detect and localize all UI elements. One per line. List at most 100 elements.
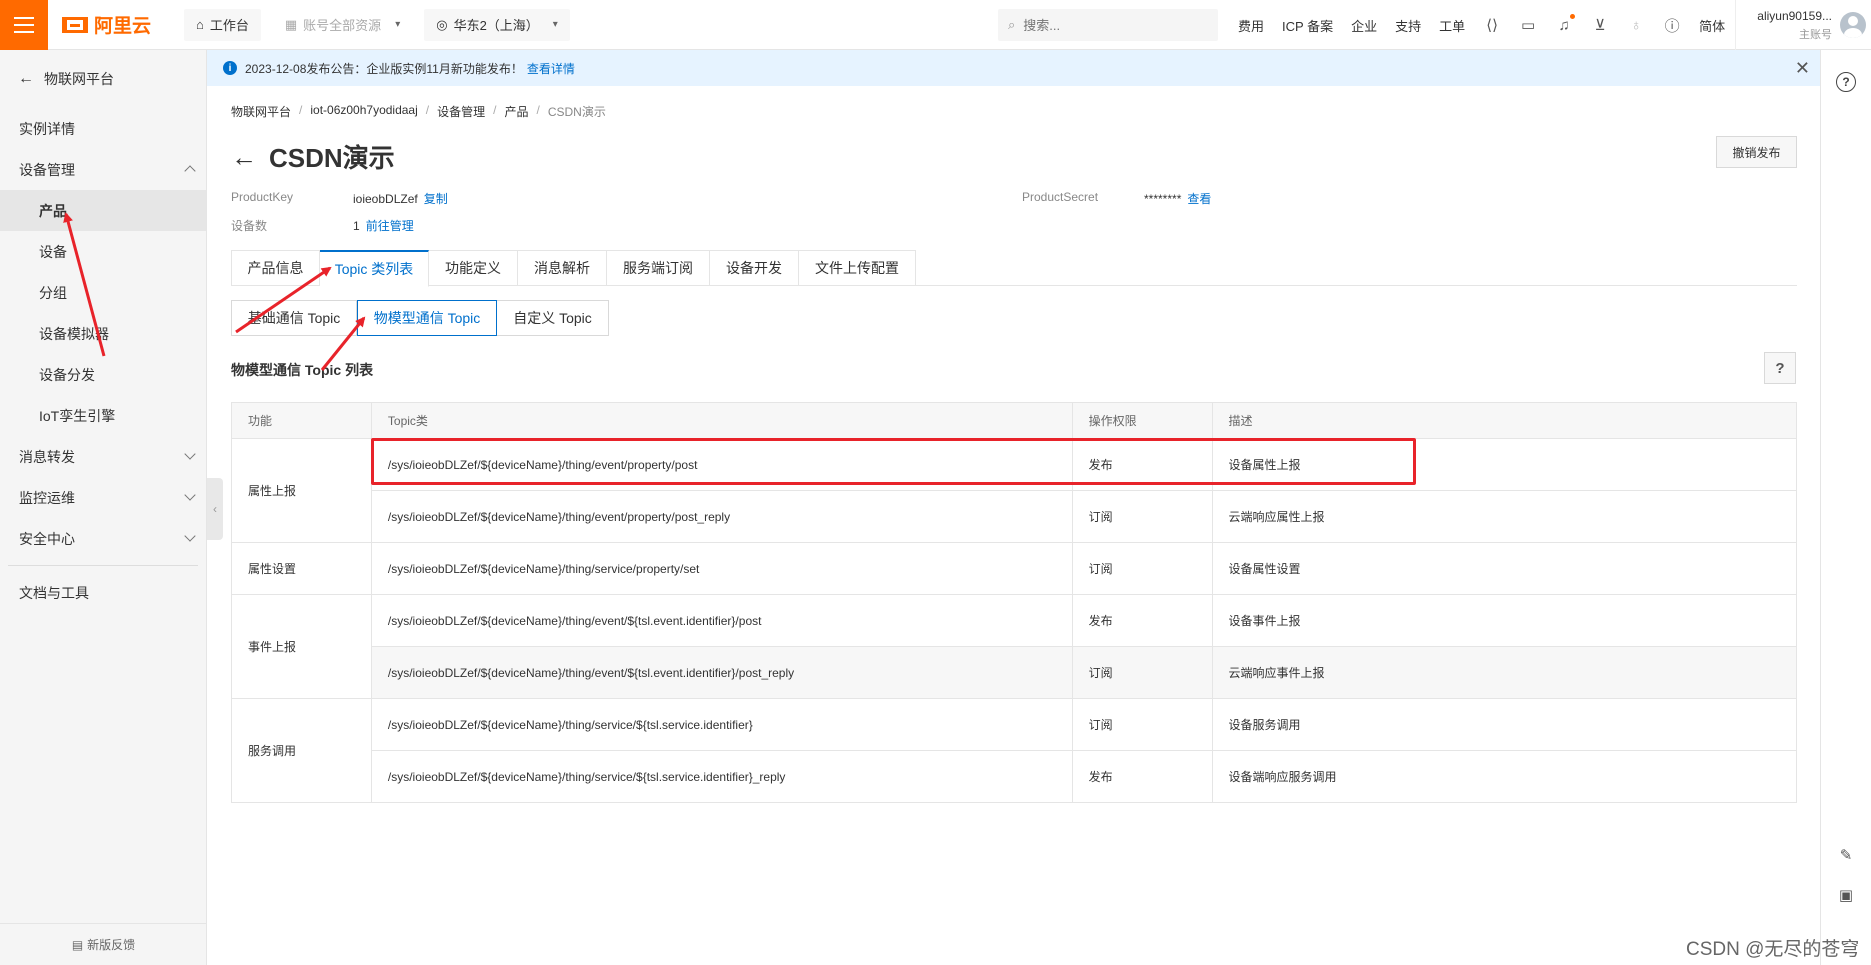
sidebar-back[interactable]: ← 物联网平台	[0, 50, 206, 108]
ticket-link[interactable]: 工单	[1439, 16, 1465, 35]
table-row: /sys/ioieobDLZef/${deviceName}/thing/eve…	[232, 646, 1798, 699]
sidebar-item-device-simulator[interactable]: 设备模拟器	[0, 313, 206, 354]
table-row: 属性设置 /sys/ioieobDLZef/${deviceName}/thin…	[231, 542, 1798, 595]
table-row: /sys/ioieobDLZef/${deviceName}/thing/ser…	[232, 750, 1798, 803]
topic-cell: /sys/ioieobDLZef/${deviceName}/thing/eve…	[370, 646, 1073, 699]
back-arrow-icon[interactable]: ←	[231, 144, 257, 170]
breadcrumb-item[interactable]: 物联网平台	[231, 103, 291, 120]
tab-server-subscription[interactable]: 服务端订阅	[607, 250, 710, 286]
sidebar-item-security[interactable]: 安全中心	[0, 518, 206, 559]
function-cell: 服务调用	[231, 698, 372, 803]
info-icon: i	[223, 61, 237, 75]
topic-cell: /sys/ioieobDLZef/${deviceName}/thing/ser…	[370, 542, 1073, 595]
sidebar-item-label: 消息转发	[19, 448, 75, 465]
right-rail: ? ✎ ▣	[1820, 50, 1871, 965]
topic-cell: /sys/ioieobDLZef/${deviceName}/thing/eve…	[370, 438, 1073, 491]
sidebar-item-device-distribution[interactable]: 设备分发	[0, 354, 206, 395]
subtab-thing-model-topic[interactable]: 物模型通信 Topic	[357, 300, 497, 336]
sidebar: ← 物联网平台 实例详情 设备管理 产品 设备 分组 设备模拟器 设备分发 IoT…	[0, 50, 207, 965]
user-menu[interactable]: aliyun90159... 主账号	[1735, 0, 1871, 50]
breadcrumb-item[interactable]: 设备管理	[437, 103, 485, 120]
sidebar-item-monitoring[interactable]: 监控运维	[0, 477, 206, 518]
terminal-icon[interactable]: ▭	[1519, 16, 1537, 34]
feedback-icon: ▤	[71, 937, 84, 952]
region-select[interactable]: ◎ 华东2（上海） ▾	[424, 8, 570, 41]
language-switch[interactable]: 简体	[1699, 16, 1725, 35]
description-cell: 设备事件上报	[1211, 594, 1798, 647]
user-name: aliyun90159...	[1757, 8, 1832, 23]
description-cell: 设备属性上报	[1211, 438, 1798, 491]
subtab-custom-topic[interactable]: 自定义 Topic	[497, 300, 609, 336]
description-cell: 云端响应属性上报	[1211, 490, 1798, 543]
manage-devices-link[interactable]: 前往管理	[366, 219, 414, 233]
sidebar-divider	[8, 565, 198, 566]
permission-cell: 订阅	[1071, 698, 1213, 751]
help-button[interactable]: ?	[1764, 352, 1796, 384]
device-count-label: 设备数	[231, 219, 268, 233]
grid-icon: ▦	[284, 16, 298, 32]
sidebar-item-iot-twin[interactable]: IoT孪生引擎	[0, 395, 206, 436]
top-right-links: 费用 ICP 备案 企业 支持 工单 ⟨⟩ ▭ ♫ ⊻ ♁ ⓘ 简体	[1238, 0, 1743, 50]
icp-link[interactable]: ICP 备案	[1282, 16, 1333, 35]
account-scope-label: 账号全部资源	[303, 18, 382, 33]
notice-detail-link[interactable]: 查看详情	[527, 60, 575, 77]
chevron-up-icon	[184, 165, 196, 177]
cart-icon[interactable]: ⊻	[1591, 16, 1609, 34]
table-row: /sys/ioieobDLZef/${deviceName}/thing/eve…	[232, 490, 1798, 543]
tab-product-info[interactable]: 产品信息	[231, 250, 320, 286]
tab-device-development[interactable]: 设备开发	[710, 250, 799, 286]
chat-icon[interactable]: ▣	[1836, 886, 1856, 904]
breadcrumb-item[interactable]: 产品	[504, 103, 528, 120]
edit-icon[interactable]: ✎	[1836, 846, 1856, 864]
view-secret-link[interactable]: 查看	[1187, 192, 1211, 206]
home-icon: ⌂	[196, 17, 204, 32]
function-cell: 事件上报	[231, 594, 372, 699]
breadcrumb-item[interactable]: iot-06z00h7yodidaaj	[310, 103, 417, 120]
copy-link[interactable]: 复制	[424, 192, 448, 206]
column-header-function: 功能	[231, 402, 372, 439]
lightbulb-icon[interactable]: ♁	[1627, 16, 1645, 34]
code-icon[interactable]: ⟨⟩	[1483, 16, 1501, 34]
account-scope-select[interactable]: ▦ 账号全部资源 ▾	[272, 8, 413, 41]
description-cell: 设备属性设置	[1211, 542, 1798, 595]
close-icon[interactable]: ✕	[1795, 58, 1810, 79]
billing-link[interactable]: 费用	[1238, 16, 1264, 35]
table-header-row: 功能 Topic类 操作权限 描述	[231, 402, 1798, 439]
tab-topic-list[interactable]: Topic 类列表	[320, 250, 429, 287]
sidebar-item-group[interactable]: 分组	[0, 272, 206, 313]
product-secret-field: ******** 查看	[1144, 190, 1211, 207]
permission-cell: 订阅	[1071, 490, 1213, 543]
workbench-button[interactable]: ⌂ 工作台	[184, 8, 261, 41]
sidebar-item-message-forward[interactable]: 消息转发	[0, 436, 206, 477]
sidebar-item-product[interactable]: 产品	[0, 190, 206, 231]
tab-file-upload-config[interactable]: 文件上传配置	[799, 250, 916, 286]
help-icon[interactable]: ⓘ	[1663, 16, 1681, 35]
permission-cell: 发布	[1071, 750, 1213, 803]
tab-message-parsing[interactable]: 消息解析	[518, 250, 607, 286]
search-box[interactable]: ⌕	[998, 9, 1218, 41]
enterprise-link[interactable]: 企业	[1351, 16, 1377, 35]
topic-cell: /sys/ioieobDLZef/${deviceName}/thing/ser…	[370, 698, 1073, 751]
subtab-basic-topic[interactable]: 基础通信 Topic	[231, 300, 357, 336]
table-row: 服务调用 /sys/ioieobDLZef/${deviceName}/thin…	[231, 698, 1798, 803]
section-title: 物模型通信 Topic 列表	[231, 362, 374, 378]
sidebar-collapse-handle[interactable]: ‹	[207, 478, 223, 540]
sidebar-item-device[interactable]: 设备	[0, 231, 206, 272]
permission-cell: 订阅	[1071, 542, 1213, 595]
device-count-field: 1 前往管理	[353, 217, 414, 234]
sidebar-item-docs-tools[interactable]: 文档与工具	[0, 572, 206, 613]
sidebar-item-device-management[interactable]: 设备管理	[0, 149, 206, 190]
search-input[interactable]	[1023, 17, 1194, 33]
permission-cell: 发布	[1071, 594, 1213, 647]
support-link[interactable]: 支持	[1395, 16, 1421, 35]
logo[interactable]: 阿里云	[62, 11, 172, 38]
help-circle-icon[interactable]: ?	[1836, 72, 1856, 92]
sidebar-item-instance-detail[interactable]: 实例详情	[0, 108, 206, 149]
chevron-left-icon: ‹	[213, 502, 217, 516]
logo-text: 阿里云	[94, 16, 152, 37]
menu-icon[interactable]	[0, 0, 48, 50]
revoke-publish-button[interactable]: 撤销发布	[1716, 136, 1797, 168]
tab-function-definition[interactable]: 功能定义	[429, 250, 518, 286]
bell-icon[interactable]: ♫	[1555, 14, 1576, 34]
feedback-button[interactable]: ▤ 新版反馈	[0, 923, 207, 965]
